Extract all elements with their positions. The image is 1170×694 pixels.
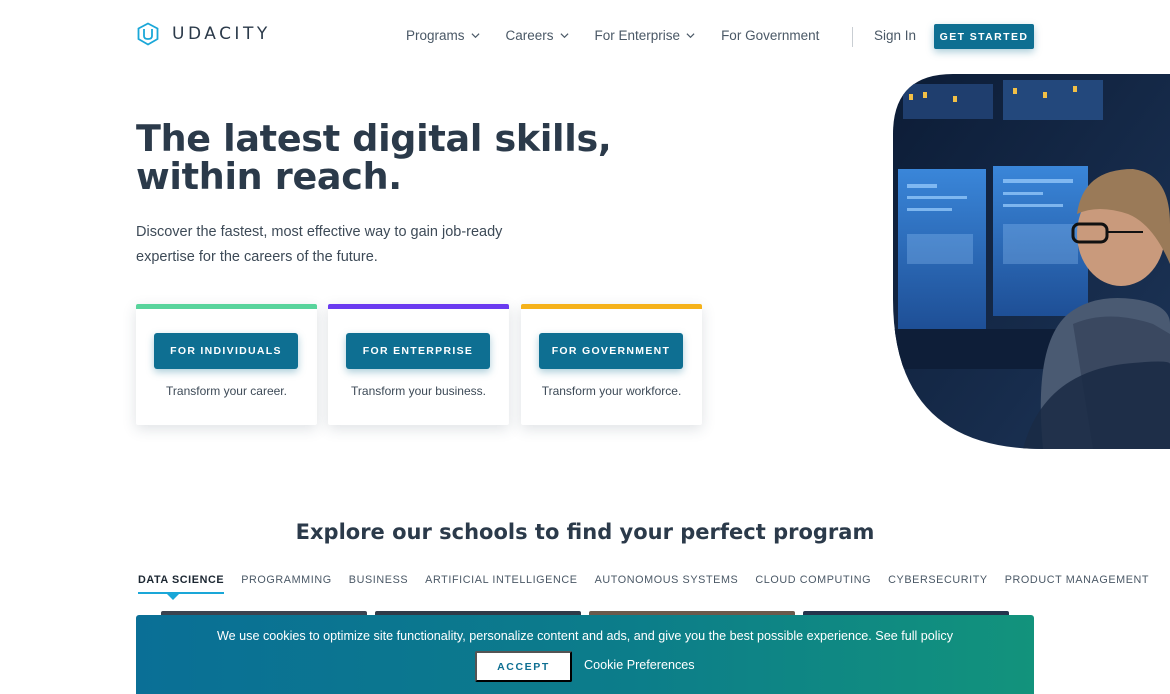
hero-title-line-1: The latest digital skills, [136, 117, 612, 160]
active-tab-pointer-icon [166, 593, 180, 600]
hero-image [893, 74, 1170, 449]
tab-cloud-computing[interactable]: CLOUD COMPUTING [755, 574, 871, 594]
hero-title-line-2: within reach. [136, 155, 402, 198]
tab-data-science[interactable]: DATA SCIENCE [138, 574, 225, 594]
nav-divider [852, 27, 853, 47]
nav-for-enterprise-label: For Enterprise [594, 28, 681, 43]
card-government: FOR GOVERNMENT Transform your workforce. [521, 304, 702, 425]
nav-for-government[interactable]: For Government [721, 28, 819, 43]
nav-for-enterprise[interactable]: For Enterprise [595, 28, 696, 43]
school-tabs: DATA SCIENCE PROGRAMMING BUSINESS ARTIFI… [138, 574, 1166, 594]
nav-for-government-label: For Government [721, 28, 820, 43]
udacity-logo[interactable]: UDACITY [136, 22, 271, 46]
tab-artificial-intelligence[interactable]: ARTIFICIAL INTELLIGENCE [425, 574, 577, 594]
nav-programs-label: Programs [406, 28, 465, 43]
card-individuals-description: Transform your career. [166, 384, 287, 398]
tab-autonomous-systems[interactable]: AUTONOMOUS SYSTEMS [595, 574, 739, 594]
nav-programs[interactable]: Programs [406, 28, 480, 43]
chevron-down-icon [560, 33, 569, 39]
card-individuals: FOR INDIVIDUALS Transform your career. [136, 304, 317, 425]
cookie-banner: We use cookies to optimize site function… [136, 615, 1034, 694]
tab-product-management[interactable]: PRODUCT MANAGEMENT [1005, 574, 1149, 594]
card-government-description: Transform your workforce. [541, 384, 682, 398]
cookie-message: We use cookies to optimize site function… [217, 629, 953, 643]
for-government-button[interactable]: FOR GOVERNMENT [539, 333, 683, 369]
tab-programming[interactable]: PROGRAMMING [241, 574, 332, 594]
hero-subtitle: Discover the fastest, most effective way… [136, 224, 503, 265]
card-enterprise-description: Transform your business. [351, 384, 486, 398]
for-individuals-button[interactable]: FOR INDIVIDUALS [154, 333, 298, 369]
card-accent-bar [328, 304, 509, 309]
tab-cybersecurity[interactable]: CYBERSECURITY [888, 574, 988, 594]
udacity-logo-icon [137, 22, 159, 46]
chevron-down-icon [471, 33, 480, 39]
sign-in-link[interactable]: Sign In [874, 28, 916, 43]
cookie-preferences-link[interactable]: Cookie Preferences [584, 658, 695, 672]
hero-photo-illustration [893, 74, 1170, 449]
hero-title: The latest digital skills, within reach. [136, 120, 656, 196]
for-enterprise-button[interactable]: FOR ENTERPRISE [346, 333, 490, 369]
chevron-down-icon [686, 33, 695, 39]
nav-careers[interactable]: Careers [506, 28, 569, 43]
schools-section-title: Explore our schools to find your perfect… [295, 520, 875, 544]
tab-business[interactable]: BUSINESS [349, 574, 408, 594]
main-nav: Programs Careers For Enterprise For Gove… [406, 28, 845, 43]
top-navbar: UDACITY Programs Careers For Enterprise … [0, 0, 1170, 72]
card-accent-bar [136, 304, 317, 309]
card-enterprise: FOR ENTERPRISE Transform your business. [328, 304, 509, 425]
get-started-button[interactable]: GET STARTED [934, 24, 1034, 49]
card-accent-bar [521, 304, 702, 309]
nav-careers-label: Careers [505, 28, 554, 43]
accept-cookies-button[interactable]: ACCEPT [475, 651, 572, 682]
logo-wordmark: UDACITY [172, 24, 271, 44]
